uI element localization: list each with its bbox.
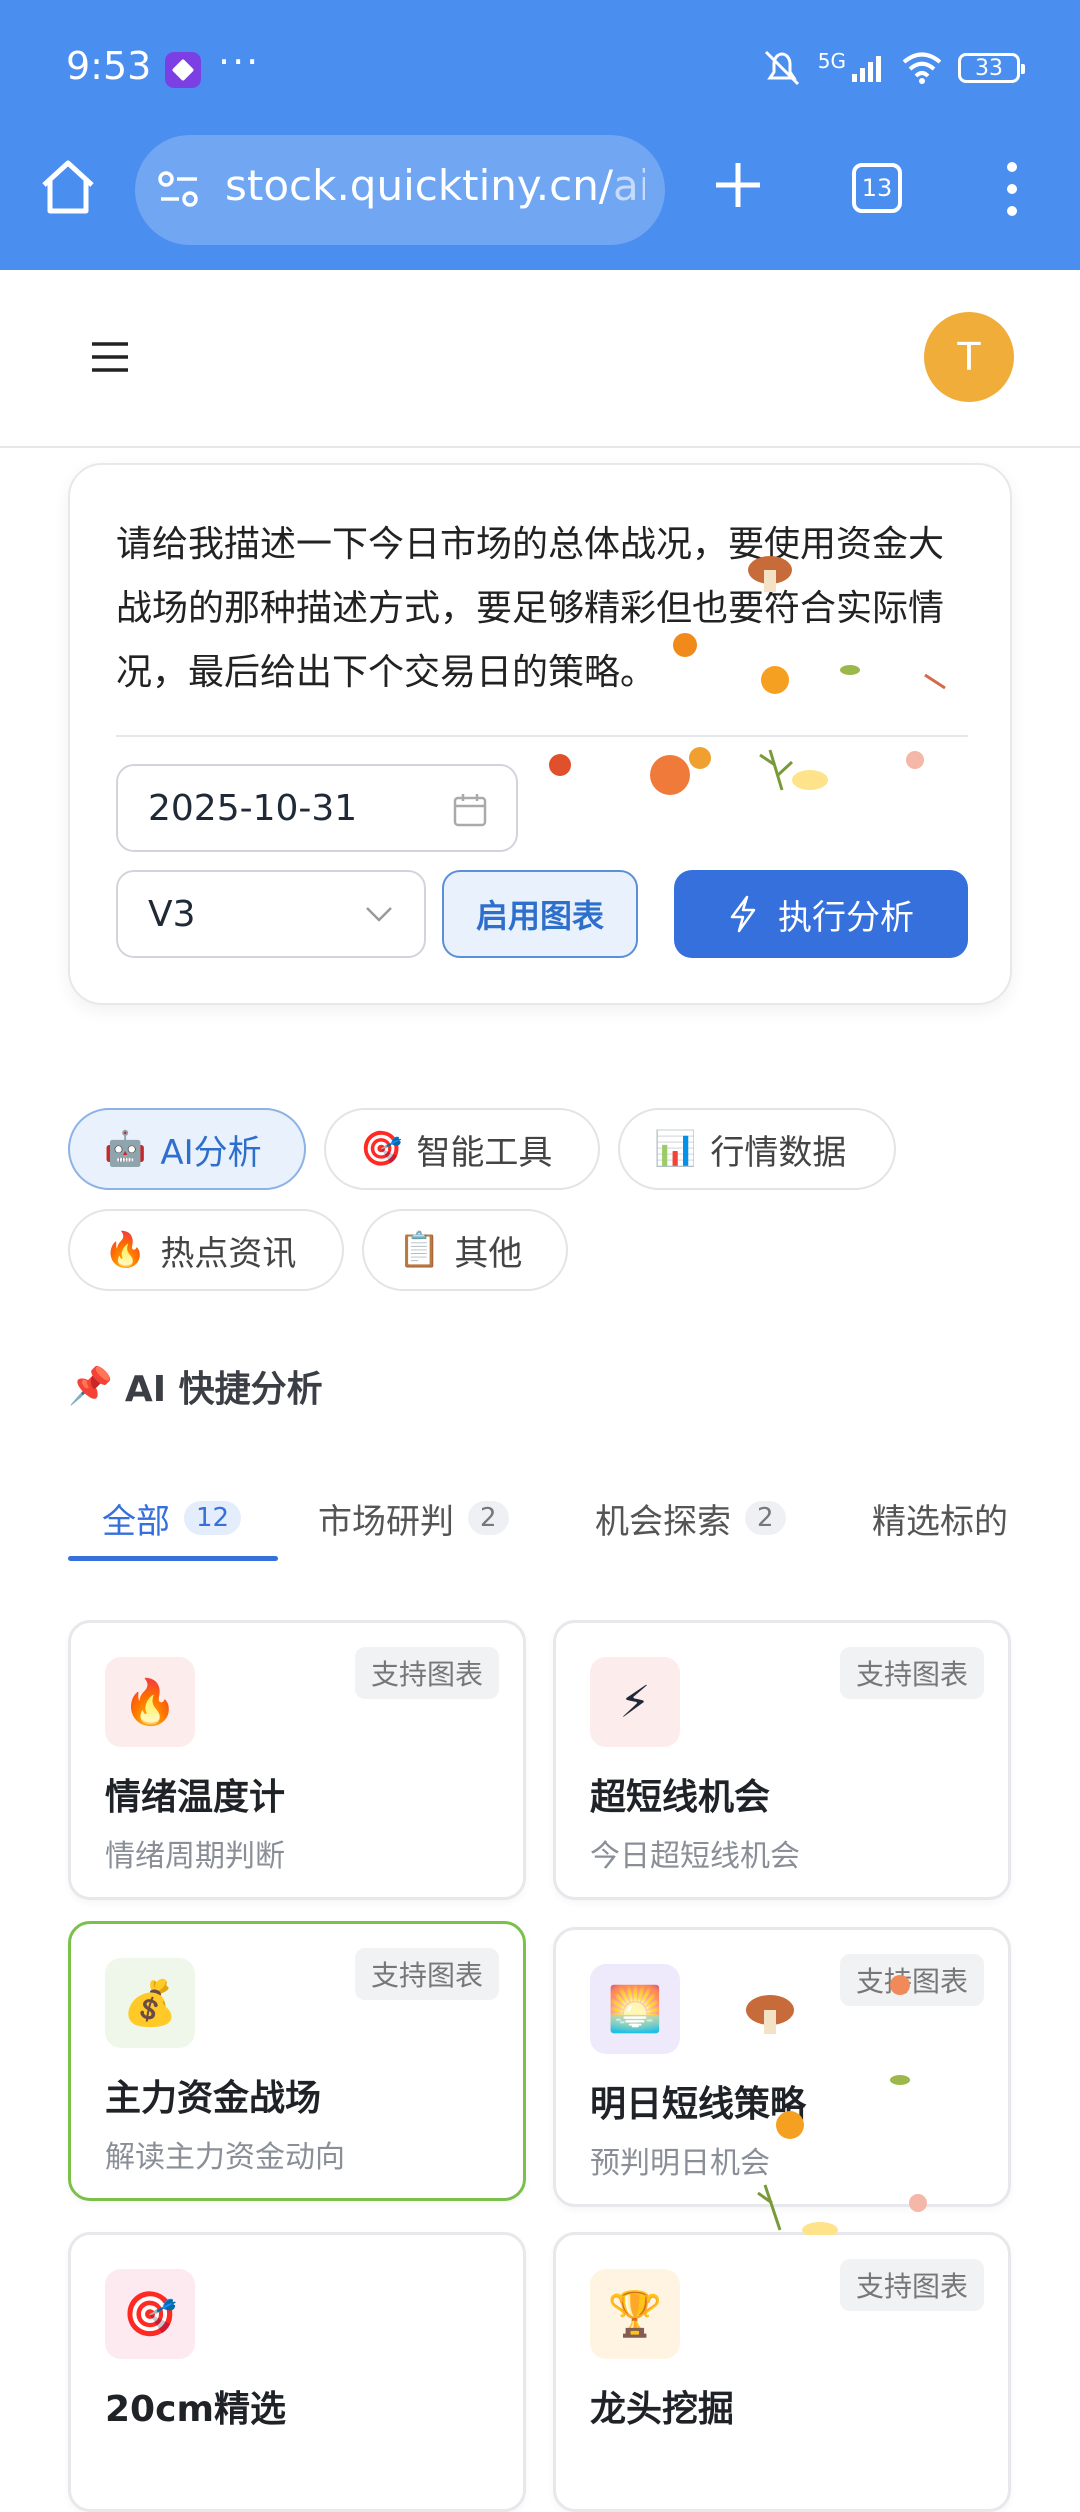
more-options-icon[interactable]: [1000, 157, 1024, 221]
status-icons: 5G 33: [760, 48, 1025, 88]
wifi-icon: [902, 52, 942, 84]
card-title: 超短线机会: [590, 1777, 771, 1818]
tab-market-research[interactable]: 市场研判 2: [318, 1480, 509, 1556]
app-notification-icon: [165, 52, 201, 88]
card-title: 明日短线策略: [590, 2084, 807, 2125]
target-icon: 🎯: [360, 1129, 403, 1169]
card-ultra-short-opportunity[interactable]: ⚡ 支持图表 超短线机会 今日超短线机会: [553, 1620, 1011, 1900]
money-bag-icon: 💰: [105, 1958, 195, 2048]
section-title-text: AI 快捷分析: [124, 1369, 323, 1410]
date-value: 2025-10-31: [148, 787, 358, 829]
tab-label: 市场研判: [318, 1501, 454, 1542]
run-analysis-button[interactable]: 执行分析: [674, 870, 968, 958]
card-subtitle: 今日超短线机会: [590, 1839, 800, 1874]
battery-icon: 33: [958, 53, 1025, 83]
card-subtitle: 解读主力资金动向: [105, 2140, 345, 2175]
hamburger-menu-icon[interactable]: [90, 340, 130, 374]
date-picker[interactable]: 2025-10-31: [116, 764, 518, 852]
chip-label: 行情数据: [710, 1132, 847, 1173]
site-settings-icon[interactable]: [157, 169, 201, 209]
category-smart-tools[interactable]: 🎯 智能工具: [324, 1108, 600, 1190]
chip-label: 智能工具: [416, 1132, 553, 1173]
trophy-icon: 🏆: [590, 2269, 680, 2359]
tab-label: 机会探索: [595, 1501, 731, 1542]
card-tomorrow-strategy[interactable]: 🌅 支持图表 明日短线策略 预判明日机会: [553, 1927, 1011, 2207]
sunrise-icon: 🌅: [590, 1964, 680, 2054]
quick-analysis-tabs: 全部 12 市场研判 2 机会探索 2 精选标的: [68, 1480, 1080, 1561]
fire-icon: 🔥: [105, 1657, 195, 1747]
card-subtitle: 情绪周期判断: [105, 1839, 285, 1874]
tab-selected-stocks[interactable]: 精选标的: [872, 1480, 1008, 1556]
divider: [116, 735, 968, 737]
app-header: T: [0, 270, 1080, 448]
more-notifications-icon: ···: [218, 40, 261, 84]
new-tab-icon[interactable]: [708, 155, 768, 215]
chip-label: 其他: [454, 1233, 523, 1274]
card-title: 20cm精选: [105, 2389, 286, 2430]
bar-chart-icon: 📊: [654, 1129, 697, 1169]
enable-chart-toggle[interactable]: 启用图表: [442, 870, 638, 958]
card-20cm-picks[interactable]: 🎯 20cm精选: [68, 2232, 526, 2512]
lightning-icon: [730, 895, 756, 933]
chip-label: AI分析: [160, 1132, 262, 1173]
lightning-icon: ⚡: [590, 1657, 680, 1747]
tab-label: 全部: [102, 1501, 170, 1542]
tab-label: 精选标的: [872, 1501, 1008, 1542]
prompt-textarea[interactable]: 请给我描述一下今日市场的总体战况，要使用资金大战场的那种描述方式，要足够精彩但也…: [116, 513, 966, 705]
fire-icon: 🔥: [104, 1230, 147, 1270]
target-icon: 🎯: [105, 2269, 195, 2359]
chart-support-badge: 支持图表: [354, 1647, 499, 1699]
tab-count: 2: [745, 1501, 786, 1535]
category-hot-news[interactable]: 🔥 热点资讯: [68, 1209, 344, 1291]
chart-support-badge: 支持图表: [839, 2259, 984, 2311]
tab-switcher-button[interactable]: 13: [852, 163, 902, 213]
card-title: 情绪温度计: [105, 1777, 286, 1818]
pushpin-icon: 📌: [68, 1366, 113, 1407]
url-text[interactable]: stock.quicktiny.cn/ai: [225, 161, 645, 210]
model-select[interactable]: V3: [116, 870, 426, 958]
section-title: 📌 AI 快捷分析: [68, 1360, 323, 1412]
category-market-data[interactable]: 📊 行情数据: [618, 1108, 896, 1190]
calendar-icon: [453, 794, 487, 827]
chart-support-badge: 支持图表: [839, 1954, 984, 2006]
chevron-down-icon: [366, 907, 392, 922]
tab-count: 2: [468, 1501, 509, 1535]
clipboard-icon: 📋: [398, 1230, 441, 1270]
card-title: 主力资金战场: [105, 2078, 322, 2119]
network-type: 5G: [817, 49, 846, 73]
prompt-card: 请给我描述一下今日市场的总体战况，要使用资金大战场的那种描述方式，要足够精彩但也…: [68, 463, 1012, 1005]
user-avatar[interactable]: T: [924, 312, 1014, 402]
url-host: stock.quicktiny.cn/: [225, 161, 614, 210]
card-title: 龙头挖掘: [590, 2389, 735, 2430]
category-ai-analysis[interactable]: 🤖 AI分析: [68, 1108, 306, 1190]
chip-label: 热点资讯: [160, 1233, 297, 1274]
model-value: V3: [148, 893, 196, 935]
active-tab-indicator: [68, 1556, 278, 1561]
tab-count: 12: [184, 1501, 242, 1535]
card-leader-mining[interactable]: 🏆 支持图表 龙头挖掘: [553, 2232, 1011, 2512]
card-sentiment-thermometer[interactable]: 🔥 支持图表 情绪温度计 情绪周期判断: [68, 1620, 526, 1900]
chart-support-badge: 支持图表: [839, 1647, 984, 1699]
address-bar[interactable]: stock.quicktiny.cn/ai: [135, 135, 665, 245]
status-bar: 9:53 ··· 5G 33: [0, 0, 1080, 135]
signal-icon: [852, 56, 881, 82]
tab-opportunity[interactable]: 机会探索 2: [595, 1480, 786, 1556]
clock: 9:53: [66, 44, 152, 88]
robot-icon: 🤖: [104, 1129, 147, 1169]
home-icon[interactable]: [36, 155, 100, 219]
browser-toolbar: stock.quicktiny.cn/ai 13: [0, 135, 1080, 270]
chart-support-badge: 支持图表: [354, 1948, 499, 2000]
card-subtitle: 预判明日机会: [590, 2146, 770, 2181]
run-analysis-label: 执行分析: [778, 897, 914, 938]
category-other[interactable]: 📋 其他: [362, 1209, 568, 1291]
url-path: ai: [613, 161, 645, 210]
tab-all[interactable]: 全部 12: [102, 1480, 242, 1556]
mute-icon: [764, 50, 799, 86]
card-main-capital-battlefield[interactable]: 💰 支持图表 主力资金战场 解读主力资金动向: [68, 1921, 526, 2201]
